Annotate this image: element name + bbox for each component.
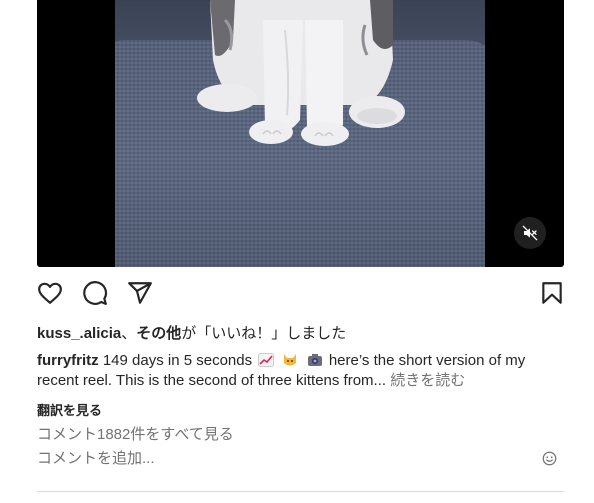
kitten-photo <box>115 0 485 267</box>
post-video[interactable] <box>37 0 564 267</box>
caption-text-start: 149 days in 5 seconds <box>102 352 253 369</box>
likes-others-link[interactable]: その他 <box>136 325 181 342</box>
comment-button[interactable] <box>82 280 108 311</box>
kitten-figure <box>197 0 405 146</box>
see-translation-link[interactable]: 翻訳を見る <box>37 400 102 419</box>
read-more-link[interactable]: 続きを読む <box>390 372 465 389</box>
like-button[interactable] <box>37 280 63 311</box>
likes-summary: kuss_.alicia、その他が「いいね！」しました <box>37 322 346 343</box>
mute-toggle-button[interactable] <box>514 217 546 249</box>
chart-increasing-emoji <box>258 353 275 367</box>
liker-username[interactable]: kuss_.alicia <box>37 325 121 342</box>
emoji-picker-button[interactable] <box>542 451 557 471</box>
post-divider <box>37 491 564 492</box>
post-caption: furryfritz 149 days in 5 seconds here’s … <box>37 351 557 391</box>
bookmark-icon <box>542 282 562 304</box>
camera-emoji <box>307 353 323 367</box>
post-action-bar <box>37 280 564 310</box>
view-all-comments-link[interactable]: コメント1882件をすべて見る <box>37 423 234 444</box>
speaker-muted-icon <box>522 225 538 241</box>
caption-username[interactable]: furryfritz <box>37 352 99 369</box>
send-icon <box>128 282 152 304</box>
add-comment-input[interactable] <box>37 450 527 467</box>
share-button[interactable] <box>127 280 153 311</box>
save-button[interactable] <box>539 280 565 311</box>
likes-separator: 、 <box>121 325 137 342</box>
smiley-icon <box>542 451 557 466</box>
comment-icon <box>83 281 108 305</box>
likes-suffix: が「いいね！」しました <box>181 325 347 342</box>
cat-face-emoji <box>282 353 298 367</box>
heart-icon <box>38 282 62 304</box>
